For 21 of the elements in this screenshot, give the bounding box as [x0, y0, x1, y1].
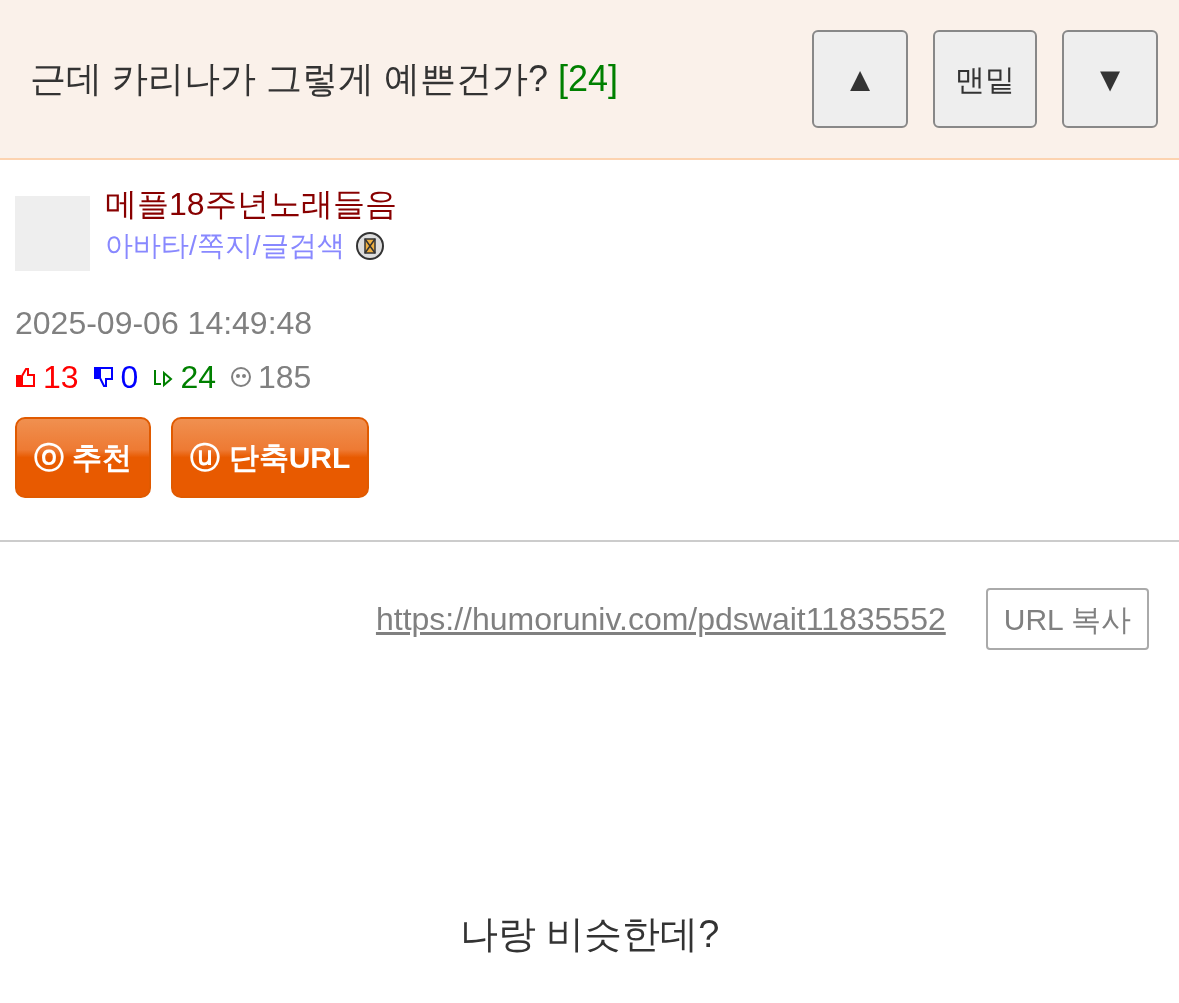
badge-icon — [354, 231, 385, 261]
stat-count: 13 — [43, 358, 79, 397]
scroll-up-button[interactable]: ▲ — [812, 30, 908, 128]
author-links[interactable]: 아바타/쪽지/글검색 — [105, 228, 345, 264]
short-url-link[interactable]: https://humoruniv.com/pdswait11835552 — [375, 595, 946, 643]
action-button[interactable]: ⓤ 단축URL — [171, 417, 370, 498]
face-icon — [230, 366, 252, 388]
action-button[interactable]: ⓞ 추천 — [15, 417, 152, 498]
post-title: 근데 카리나가 그렇게 예쁜건가? — [30, 58, 549, 99]
comment-count: [24] — [558, 58, 619, 99]
scroll-bottom-button[interactable]: 맨밑 — [933, 30, 1037, 128]
post-body-text: 나랑 비슷한데? — [459, 912, 720, 957]
thumbs-up-icon — [15, 366, 37, 388]
stat-count: 24 — [180, 358, 216, 397]
copy-url-button[interactable]: URL 복사 — [985, 588, 1149, 650]
stat-count: 185 — [258, 358, 312, 397]
stat-count: 0 — [120, 358, 139, 397]
thumbs-down-icon — [92, 366, 115, 388]
scroll-down-button[interactable]: ▼ — [1062, 30, 1158, 128]
post-date: 2025-09-06 14:49:48 — [15, 304, 314, 343]
author-name[interactable]: 메플18주년노래들음 — [105, 184, 397, 224]
